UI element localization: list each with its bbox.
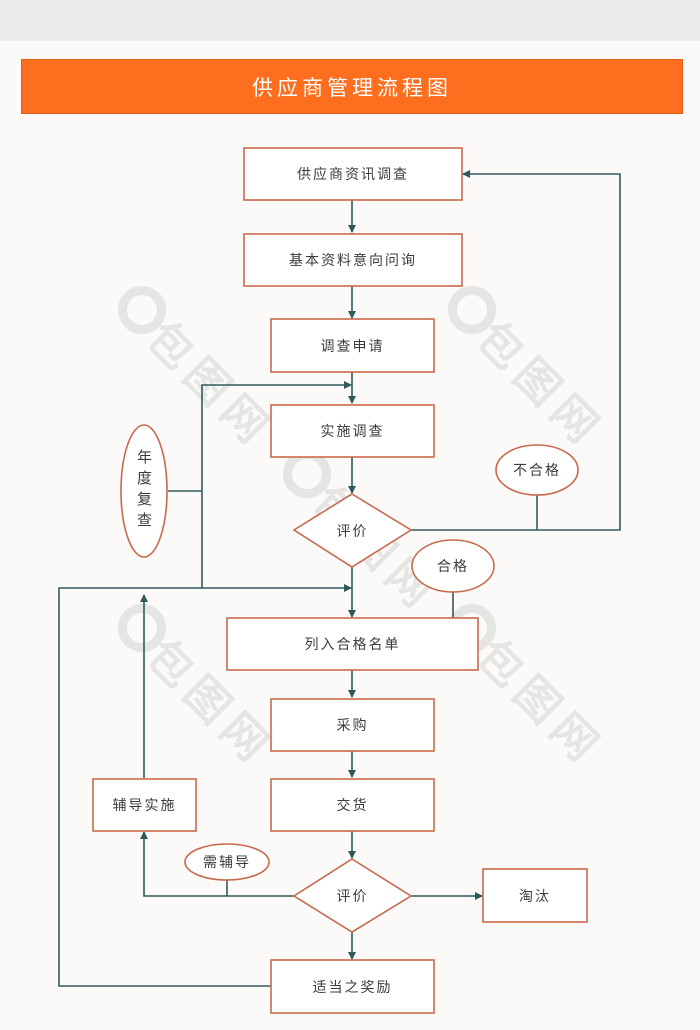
node-evaluate-1	[292, 493, 413, 568]
node-annual-review	[120, 424, 168, 558]
node-purchase	[270, 698, 435, 752]
node-coaching-impl	[92, 778, 197, 832]
node-unqualified	[495, 444, 579, 496]
node-conduct-survey	[270, 404, 435, 458]
node-evaluate-2	[292, 858, 413, 933]
node-reward	[270, 959, 435, 1014]
flowchart	[58, 147, 621, 1014]
node-basic-inquiry	[243, 233, 463, 287]
node-eliminate	[482, 868, 588, 923]
node-delivery	[270, 778, 435, 832]
node-supplier-survey	[243, 147, 463, 201]
node-add-qualified-list	[226, 617, 479, 671]
node-needs-coaching	[184, 843, 270, 881]
node-survey-application	[270, 318, 435, 373]
node-qualified	[411, 539, 495, 593]
